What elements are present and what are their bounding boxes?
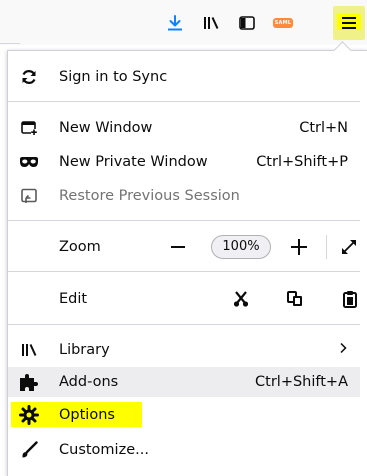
brush-icon: [19, 440, 39, 460]
menu-item-shortcut: Ctrl+Shift+P: [256, 154, 348, 170]
gear-icon: [19, 405, 39, 425]
extension-button[interactable]: SAML: [268, 8, 298, 38]
menu-item-zoom: Zoom 100%: [8, 231, 360, 263]
menu-item-private-window[interactable]: New Private Window Ctrl+Shift+P: [8, 148, 360, 176]
menu-item-label: New Private Window: [59, 154, 208, 170]
library-button[interactable]: [196, 8, 226, 38]
menu-item-sync[interactable]: Sign in to Sync: [8, 62, 360, 92]
sidebar-button[interactable]: [232, 8, 262, 38]
fullscreen-icon: [342, 240, 356, 254]
menu-separator: [8, 220, 360, 221]
scissors-icon: [233, 291, 249, 307]
plus-icon: [291, 239, 307, 255]
paste-icon: [343, 291, 357, 308]
private-mask-icon: [19, 152, 39, 172]
extension-badge-icon: SAML: [273, 18, 293, 28]
menu-separator: [8, 324, 360, 325]
cut-button[interactable]: [229, 287, 253, 311]
zoom-label: Zoom: [59, 239, 101, 255]
copy-icon: [287, 291, 302, 306]
menu-item-new-window[interactable]: New Window Ctrl+N: [8, 114, 360, 142]
toolbar: SAML: [0, 0, 367, 45]
sync-icon: [19, 67, 39, 87]
toolbar-divider: [0, 43, 20, 44]
menu-item-addons[interactable]: Add-ons Ctrl+Shift+A: [8, 367, 360, 397]
menu-item-library[interactable]: Library: [8, 336, 360, 364]
restore-session-icon: [19, 186, 39, 206]
menu-item-label: Options: [59, 407, 115, 423]
menu-item-label: Restore Previous Session: [59, 188, 240, 204]
menu-item-customize[interactable]: Customize...: [8, 436, 360, 464]
menu-item-label: Add-ons: [59, 374, 119, 390]
copy-button[interactable]: [283, 287, 307, 311]
menu-item-label: Customize...: [59, 442, 149, 458]
library-icon: [204, 17, 219, 29]
edit-label: Edit: [59, 291, 88, 307]
minus-icon: [171, 246, 185, 248]
hamburger-menu-button[interactable]: [333, 6, 365, 40]
menu-item-label: New Window: [59, 120, 153, 136]
zoom-reset-button[interactable]: 100%: [211, 235, 271, 259]
zoom-divider: [326, 235, 327, 259]
hamburger-menu-icon: [342, 17, 356, 29]
sidebar-icon: [239, 16, 255, 30]
menu-separator: [8, 101, 360, 102]
puzzle-icon: [19, 372, 39, 392]
library-icon: [19, 340, 39, 360]
menu-item-label: Sign in to Sync: [59, 69, 168, 85]
menu-item-label: Library: [59, 342, 110, 358]
zoom-out-button[interactable]: [166, 235, 190, 259]
menu-separator: [8, 271, 360, 272]
menu-item-options[interactable]: Options: [8, 401, 360, 429]
firefox-menu-screenshot: SAML Sign in to Sync New Window Ctrl+N N…: [0, 0, 367, 476]
zoom-in-button[interactable]: [287, 235, 311, 259]
menu-item-shortcut: Ctrl+N: [299, 120, 348, 136]
fullscreen-button[interactable]: [337, 235, 361, 259]
paste-button[interactable]: [338, 287, 362, 311]
new-window-icon: [19, 118, 39, 138]
menu-item-shortcut: Ctrl+Shift+A: [255, 374, 348, 390]
download-icon: [168, 15, 182, 31]
menu-item-restore-session[interactable]: Restore Previous Session: [8, 182, 360, 210]
download-button[interactable]: [160, 8, 190, 38]
chevron-right-icon: [338, 342, 348, 358]
menu-item-edit: Edit: [8, 283, 360, 315]
